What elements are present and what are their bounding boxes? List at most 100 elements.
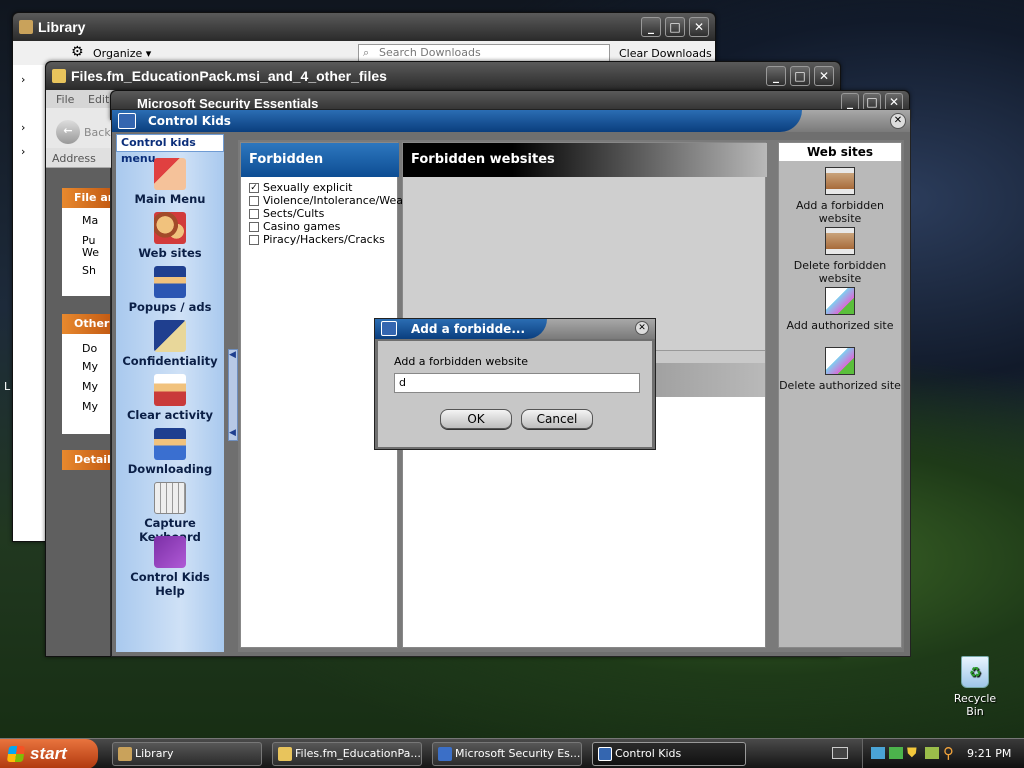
taskbar-item-mse[interactable]: Microsoft Security Es... [432, 742, 582, 766]
library-nav-pane: › › › [13, 65, 49, 541]
mse-icon [438, 747, 452, 761]
address-label: Address [52, 152, 96, 165]
gear-icon: ⚙ [71, 44, 84, 60]
system-tray: ⛊ ⚲ 9:21 PM [862, 739, 1024, 768]
start-button[interactable]: start [0, 739, 98, 768]
chevron-right-icon[interactable]: › [21, 121, 25, 134]
back-label: Back [84, 126, 111, 139]
windows-logo-icon [6, 746, 26, 762]
help-book-icon [154, 536, 186, 568]
clock[interactable]: 9:21 PM [967, 747, 1011, 760]
category-checkbox[interactable] [249, 208, 259, 219]
recycle-bin-icon: ♻ [961, 656, 989, 688]
delete-authorized-site-button[interactable]: Delete authorized site [779, 347, 901, 392]
category-violence[interactable]: Violence/Intolerance/Weapo [249, 194, 417, 207]
task-item[interactable]: We [82, 246, 99, 259]
popups-icon [154, 266, 186, 298]
category-checkbox[interactable]: ✓ [249, 182, 259, 193]
category-casino-games[interactable]: Casino games [249, 220, 340, 233]
shield-icon[interactable]: ⛊ [907, 746, 917, 761]
chevron-right-icon[interactable]: › [21, 73, 25, 86]
add-forbidden-icon [825, 167, 855, 195]
security-icon[interactable] [889, 747, 903, 759]
file-tasks-header[interactable]: File an [62, 188, 110, 208]
library-titlebar[interactable]: Library [13, 13, 715, 41]
close-button[interactable]: ✕ [689, 17, 709, 37]
task-item[interactable]: Ma [82, 214, 98, 227]
category-checkbox[interactable] [249, 221, 259, 232]
maximize-button[interactable]: □ [665, 17, 685, 37]
dialog-close-button[interactable]: ✕ [635, 321, 649, 335]
library-icon [19, 20, 33, 34]
web-sites-icon [154, 212, 186, 244]
files-taskpane: File an Ma Pu We Sh Other Do My My My De… [46, 168, 117, 656]
clear-activity-icon [154, 374, 186, 406]
category-piracy[interactable]: Piracy/Hackers/Cracks [249, 233, 385, 246]
menu-popups-ads[interactable]: Popups / ads [116, 266, 224, 314]
files-title: Files.fm_EducationPack.msi_and_4_other_f… [71, 68, 387, 84]
tray-app-icon[interactable] [925, 747, 939, 759]
network-icon[interactable] [871, 747, 885, 759]
menu-edit[interactable]: Edit [88, 93, 109, 106]
actions-panel: Web sites Add a forbidden website Delete… [778, 142, 902, 648]
category-checkbox[interactable] [249, 234, 259, 245]
menu-capture-keyboard[interactable]: Capture Keyboard [116, 482, 224, 544]
menu-header: Control kids menu [116, 134, 224, 165]
organize-menu[interactable]: Organize ▾ [93, 47, 151, 60]
category-sexually-explicit[interactable]: ✓ Sexually explicit [249, 181, 353, 194]
clear-downloads-button[interactable]: Clear Downloads [619, 47, 712, 60]
category-sects-cults[interactable]: Sects/Cults [249, 207, 324, 220]
files-titlebar[interactable]: Files.fm_EducationPack.msi_and_4_other_f… [46, 62, 840, 90]
minimize-button[interactable]: _ [766, 66, 786, 86]
delete-forbidden-icon [825, 227, 855, 255]
details-header[interactable]: Details [62, 450, 117, 470]
folder-icon [52, 69, 66, 83]
folder-icon [278, 747, 292, 761]
add-authorized-site-button[interactable]: Add authorized site [779, 287, 901, 332]
sidebar-collapse-handle[interactable]: ◀ ◀ [228, 349, 238, 441]
keyboard-layout-icon[interactable] [832, 747, 848, 759]
dialog-title-tab: Add a forbidde... [375, 319, 547, 339]
category-checkbox[interactable] [249, 195, 259, 206]
menu-file[interactable]: File [56, 93, 74, 106]
task-item[interactable]: Sh [82, 264, 96, 277]
ok-button[interactable]: OK [440, 409, 512, 429]
taskbar-item-files[interactable]: Files.fm_EducationPa... [272, 742, 422, 766]
place-item[interactable]: Do [82, 342, 97, 355]
close-button[interactable]: ✕ [814, 66, 834, 86]
menu-clear-activity[interactable]: Clear activity [116, 374, 224, 422]
search-placeholder: Search Downloads [379, 46, 481, 59]
taskbar-item-control-kids[interactable]: Control Kids [592, 742, 746, 766]
library-icon [118, 747, 132, 761]
control-kids-title: Control Kids [148, 114, 231, 128]
menu-confidentiality[interactable]: Confidentiality [116, 320, 224, 368]
place-item[interactable]: My [82, 400, 98, 413]
add-forbidden-dialog[interactable]: Add a forbidde... ✕ Add a forbidden webs… [374, 318, 656, 450]
confidentiality-icon [154, 320, 186, 352]
search-icon: ⌕ [363, 46, 370, 59]
menu-main-menu[interactable]: Main Menu [116, 158, 224, 206]
search-downloads-input[interactable]: ⌕ Search Downloads [358, 44, 610, 62]
back-button[interactable]: ← [56, 120, 80, 144]
desktop-edge-label: L [4, 380, 11, 393]
chevron-left-icon: ◀ [229, 350, 236, 360]
add-forbidden-website-button[interactable]: Add a forbidden website [779, 167, 901, 225]
taskbar-item-library[interactable]: Library [112, 742, 262, 766]
taskbar: start Library Files.fm_EducationPa... Mi… [0, 738, 1024, 768]
maximize-button[interactable]: □ [790, 66, 810, 86]
recycle-bin[interactable]: ♻ Recycle Bin [944, 656, 1006, 718]
chevron-right-icon[interactable]: › [21, 145, 25, 158]
place-item[interactable]: My [82, 380, 98, 393]
other-places-header[interactable]: Other [62, 314, 110, 334]
menu-web-sites[interactable]: Web sites [116, 212, 224, 260]
menu-control-kids-help[interactable]: Control Kids Help [116, 536, 224, 598]
website-input[interactable]: d [394, 373, 640, 393]
actions-header: Web sites [779, 143, 901, 161]
cancel-button[interactable]: Cancel [521, 409, 593, 429]
minimize-button[interactable]: _ [641, 17, 661, 37]
delete-forbidden-website-button[interactable]: Delete forbidden website [779, 227, 901, 285]
place-item[interactable]: My [82, 360, 98, 373]
search-icon[interactable]: ⚲ [943, 744, 954, 762]
close-button[interactable]: ✕ [890, 113, 906, 129]
menu-downloading[interactable]: Downloading [116, 428, 224, 476]
